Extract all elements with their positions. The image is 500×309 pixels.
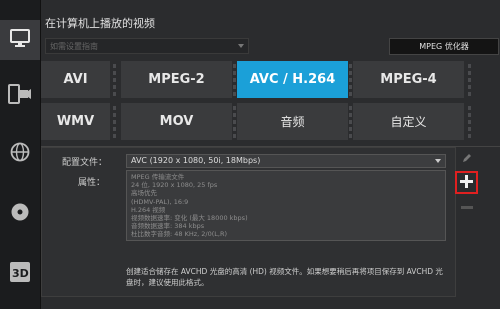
film-hole	[233, 120, 236, 124]
film-hole	[113, 85, 116, 89]
properties-label: 属性：	[78, 178, 106, 188]
sidebar-item-device[interactable]	[0, 76, 40, 116]
profile-value: AVC (1920 x 1080, 50i, 18Mbps)	[131, 156, 261, 165]
sidebar-item-3d[interactable]: 3D	[0, 254, 40, 294]
sidebar-item-web[interactable]	[0, 134, 40, 174]
profile-label: 配置文件：	[62, 158, 108, 168]
film-hole	[113, 113, 116, 117]
film-hole	[113, 64, 116, 68]
film-hole	[468, 106, 471, 110]
film-hole	[233, 92, 236, 96]
film-hole	[349, 134, 352, 138]
film-hole	[233, 71, 236, 75]
format-label: AVC / H.264	[249, 72, 336, 87]
format-label: WMV	[56, 114, 95, 129]
film-hole	[349, 78, 352, 82]
format-label: MOV	[159, 114, 194, 129]
remove-profile-button[interactable]	[459, 198, 475, 210]
format-label: MPEG-4	[380, 72, 437, 87]
profile-description: 创建适合储存在 AVCHD 光盘的高清 (HD) 视频文件。如果想要稍后再将项目…	[126, 267, 443, 287]
film-hole	[349, 120, 352, 124]
settings-panel: 配置文件： AVC (1920 x 1080, 50i, 18Mbps) 属性：…	[41, 147, 456, 297]
film-hole	[233, 134, 236, 138]
film-hole	[468, 71, 471, 75]
format-mpeg2[interactable]: MPEG-2	[121, 61, 232, 98]
disc-icon	[10, 202, 30, 226]
property-line: (HDMV-PAL), 16:9	[131, 197, 189, 206]
film-hole	[233, 106, 236, 110]
device-camera-icon	[8, 84, 32, 108]
film-hole	[468, 92, 471, 96]
format-grid: AVI MPEG-2 AVC / H.264 MPEG-4 WMV MOV 音频…	[41, 61, 500, 143]
format-label: MPEG-2	[148, 72, 205, 87]
properties-box: MPEG 传输流文件 24 位, 1920 x 1080, 25 fps 高场优…	[126, 170, 446, 241]
format-custom[interactable]: 自定义	[353, 103, 464, 140]
format-avc[interactable]: AVC / H.264	[237, 61, 348, 98]
chevron-down-icon	[238, 44, 244, 48]
property-line: 视频数据速率: 变化 (最大 18000 kbps)	[131, 214, 248, 223]
film-hole	[113, 78, 116, 82]
svg-text:3D: 3D	[12, 267, 29, 280]
film-hole	[113, 127, 116, 131]
page-title: 在计算机上播放的视频	[45, 17, 155, 30]
format-label: 音频	[280, 115, 305, 129]
film-hole	[233, 127, 236, 131]
film-hole	[349, 127, 352, 131]
property-line: MPEG 传输流文件	[131, 173, 185, 181]
format-mov[interactable]: MOV	[121, 103, 232, 140]
format-audio[interactable]: 音频	[237, 103, 348, 140]
film-hole	[113, 120, 116, 124]
film-hole	[233, 85, 236, 89]
film-hole	[468, 120, 471, 124]
film-hole	[113, 134, 116, 138]
property-line: 24 位, 1920 x 1080, 25 fps	[131, 181, 218, 190]
pencil-icon	[461, 149, 473, 168]
film-hole	[468, 127, 471, 131]
film-hole	[349, 85, 352, 89]
film-hole	[468, 64, 471, 68]
plus-icon	[460, 173, 473, 192]
film-hole	[349, 92, 352, 96]
device-select[interactable]: 如需设置指南	[45, 38, 249, 54]
edit-profile-button[interactable]	[459, 150, 475, 166]
chevron-down-icon	[435, 159, 441, 163]
property-line: H.264 视频	[131, 205, 166, 214]
device-select-value: 如需设置指南	[50, 42, 98, 51]
film-hole	[113, 71, 116, 75]
film-hole	[233, 113, 236, 117]
film-hole	[349, 106, 352, 110]
film-hole	[468, 78, 471, 82]
property-line: 杜比数字音频: 48 KHz, 2/0(L,R)	[131, 230, 228, 239]
sidebar-item-computer[interactable]	[0, 20, 40, 60]
format-label: AVI	[63, 72, 88, 87]
film-hole	[468, 113, 471, 117]
property-line: 高场优先	[131, 189, 157, 198]
format-mpeg4[interactable]: MPEG-4	[353, 61, 464, 98]
3d-icon: 3D	[9, 261, 31, 287]
sidebar-item-disc[interactable]	[0, 194, 40, 234]
film-hole	[233, 78, 236, 82]
film-hole	[113, 92, 116, 96]
film-hole	[233, 64, 236, 68]
sidebar: 3D	[0, 0, 40, 309]
film-hole	[113, 106, 116, 110]
film-hole	[349, 113, 352, 117]
film-hole	[468, 134, 471, 138]
monitor-icon	[10, 29, 30, 51]
mpeg-optimizer-button[interactable]: MPEG 优化器	[389, 38, 499, 55]
main-panel: 在计算机上播放的视频 如需设置指南 MPEG 优化器 AVI MPEG-2 AV…	[41, 0, 500, 309]
minus-icon	[461, 195, 473, 214]
format-wmv[interactable]: WMV	[41, 103, 110, 140]
profile-dropdown[interactable]: AVC (1920 x 1080, 50i, 18Mbps)	[126, 154, 446, 168]
film-hole	[468, 85, 471, 89]
format-label: 自定义	[390, 115, 427, 129]
globe-icon	[10, 142, 30, 166]
film-hole	[349, 64, 352, 68]
format-avi[interactable]: AVI	[41, 61, 110, 98]
film-hole	[349, 71, 352, 75]
add-profile-button[interactable]	[455, 171, 478, 194]
